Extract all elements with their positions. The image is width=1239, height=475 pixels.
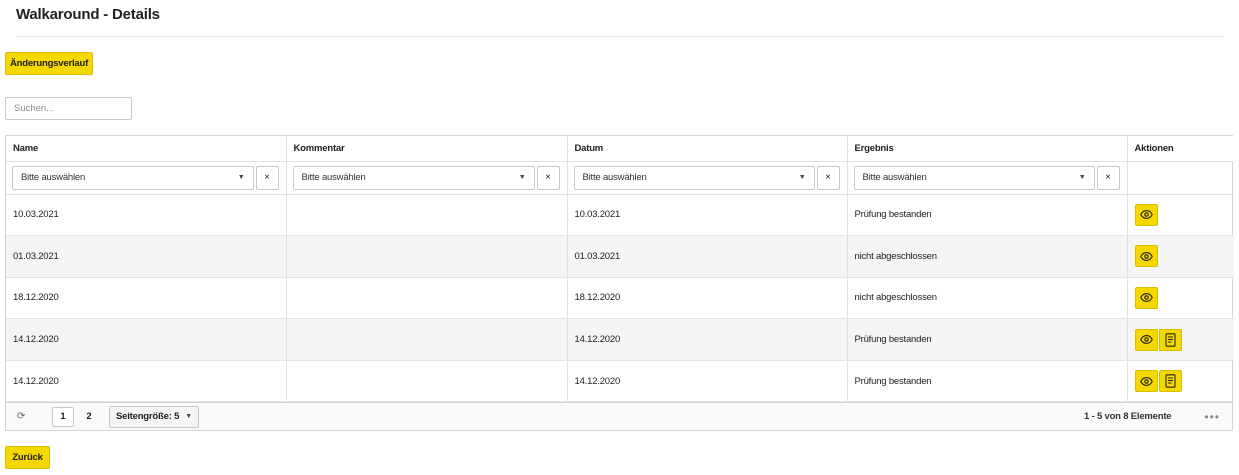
column-header-comment[interactable]: Kommentar	[286, 136, 568, 162]
cell-comment	[286, 360, 568, 403]
view-button[interactable]	[1134, 370, 1158, 393]
view-icon	[1139, 210, 1153, 220]
cell-name: 14.12.2020	[6, 318, 287, 361]
cell-result: Prüfung bestanden	[847, 360, 1128, 403]
column-header-name[interactable]: Name	[6, 136, 287, 162]
pager: ⟳ 1 2 Seitengröße: 5 ▼ 1 - 5 von 8 Eleme…	[6, 402, 1232, 430]
page-button-1[interactable]: 1	[52, 406, 74, 427]
view-icon	[1139, 335, 1153, 345]
table-row[interactable]: 14.12.2020 14.12.2020 Prüfung bestanden	[6, 318, 1234, 361]
column-header-date[interactable]: Datum	[567, 136, 848, 162]
view-icon	[1139, 376, 1153, 386]
filter-select-label: Bitte auswählen	[582, 172, 647, 183]
filter-select-name[interactable]: Bitte auswählen ▼	[12, 165, 254, 190]
cell-result: Prüfung bestanden	[847, 194, 1128, 237]
history-button[interactable]: Änderungsverlauf	[5, 52, 93, 75]
cell-name: 18.12.2020	[6, 277, 287, 320]
filter-clear-comment[interactable]: ×	[536, 165, 560, 190]
filter-cell-result: Bitte auswählen ▼ ×	[847, 161, 1128, 195]
view-button[interactable]	[1134, 245, 1158, 268]
filter-select-label: Bitte auswählen	[301, 172, 366, 183]
filter-cell-actions	[1127, 161, 1234, 195]
column-header-actions: Aktionen	[1127, 136, 1234, 162]
report-icon	[1164, 332, 1176, 347]
chevron-down-icon: ▼	[798, 174, 806, 181]
pager-info: 1 - 5 von 8 Elemente	[1084, 411, 1172, 422]
table-row[interactable]: 18.12.2020 18.12.2020 nicht abgeschlossen	[6, 277, 1234, 320]
cell-date: 01.03.2021	[567, 235, 848, 278]
filter-clear-date[interactable]: ×	[816, 165, 840, 190]
refresh-icon[interactable]: ⟳	[17, 411, 29, 422]
cell-comment	[286, 277, 568, 320]
report-button[interactable]	[1158, 370, 1182, 393]
cell-result: nicht abgeschlossen	[847, 277, 1128, 320]
cell-result: Prüfung bestanden	[847, 318, 1128, 361]
cell-actions	[1127, 235, 1234, 278]
table-row[interactable]: 10.03.2021 10.03.2021 Prüfung bestanden	[6, 194, 1234, 237]
filter-clear-result[interactable]: ×	[1096, 165, 1120, 190]
view-button[interactable]	[1134, 286, 1158, 309]
report-icon	[1164, 374, 1176, 388]
page-size-label: Seitengröße: 5	[116, 411, 180, 422]
filter-row: Bitte auswählen ▼ × Bitte auswählen ▼ ×	[6, 161, 1234, 195]
filter-select-date[interactable]: Bitte auswählen ▼	[573, 165, 815, 190]
page-button-2[interactable]: 2	[78, 407, 100, 427]
search-input[interactable]	[5, 97, 132, 120]
column-header-result[interactable]: Ergebnis	[847, 136, 1128, 162]
filter-select-result[interactable]: Bitte auswählen ▼	[853, 165, 1095, 190]
data-grid: Name Kommentar Datum Ergebnis Aktionen B…	[5, 135, 1234, 431]
cell-date: 14.12.2020	[567, 318, 848, 361]
page-size-dropdown[interactable]: Seitengröße: 5 ▼	[109, 405, 199, 428]
cell-date: 14.12.2020	[567, 360, 848, 403]
grid-body: 10.03.2021 10.03.2021 Prüfung bestanden 01.…	[6, 194, 1234, 403]
filter-cell-date: Bitte auswählen ▼ ×	[567, 161, 848, 195]
filter-select-label: Bitte auswählen	[862, 172, 927, 183]
chevron-down-icon: ▼	[1078, 174, 1086, 181]
header-row: Name Kommentar Datum Ergebnis Aktionen	[6, 136, 1234, 162]
cell-date: 10.03.2021	[567, 194, 848, 237]
view-button[interactable]	[1134, 328, 1158, 351]
cell-actions	[1127, 277, 1234, 320]
back-button[interactable]: Zurück	[5, 446, 50, 469]
cell-date: 18.12.2020	[567, 277, 848, 320]
chevron-down-icon: ▼	[185, 413, 192, 420]
cell-actions	[1127, 318, 1234, 361]
filter-clear-name[interactable]: ×	[255, 165, 279, 190]
cell-comment	[286, 318, 568, 361]
cell-comment	[286, 235, 568, 278]
view-icon	[1139, 251, 1153, 261]
grid-table: Name Kommentar Datum Ergebnis Aktionen B…	[6, 136, 1234, 403]
report-button[interactable]	[1158, 328, 1182, 351]
cell-name: 14.12.2020	[6, 360, 287, 403]
chevron-down-icon: ▼	[518, 174, 526, 181]
table-row[interactable]: 01.03.2021 01.03.2021 nicht abgeschlossen	[6, 235, 1234, 278]
cell-actions	[1127, 360, 1234, 403]
filter-cell-comment: Bitte auswählen ▼ ×	[286, 161, 568, 195]
view-button[interactable]	[1134, 203, 1158, 226]
more-horizontal-icon[interactable]: •••	[1204, 410, 1220, 424]
cell-actions	[1127, 194, 1234, 237]
cell-result: nicht abgeschlossen	[847, 235, 1128, 278]
view-icon	[1139, 293, 1153, 303]
chevron-down-icon: ▼	[237, 174, 245, 181]
filter-cell-name: Bitte auswählen ▼ ×	[6, 161, 287, 195]
page-title: Walkaround - Details	[16, 6, 160, 23]
filter-select-label: Bitte auswählen	[21, 172, 86, 183]
table-row[interactable]: 14.12.2020 14.12.2020 Prüfung bestanden	[6, 360, 1234, 403]
filter-select-comment[interactable]: Bitte auswählen ▼	[292, 165, 535, 190]
title-divider	[16, 36, 1224, 37]
cell-name: 10.03.2021	[6, 194, 287, 237]
cell-name: 01.03.2021	[6, 235, 287, 278]
cell-comment	[286, 194, 568, 237]
